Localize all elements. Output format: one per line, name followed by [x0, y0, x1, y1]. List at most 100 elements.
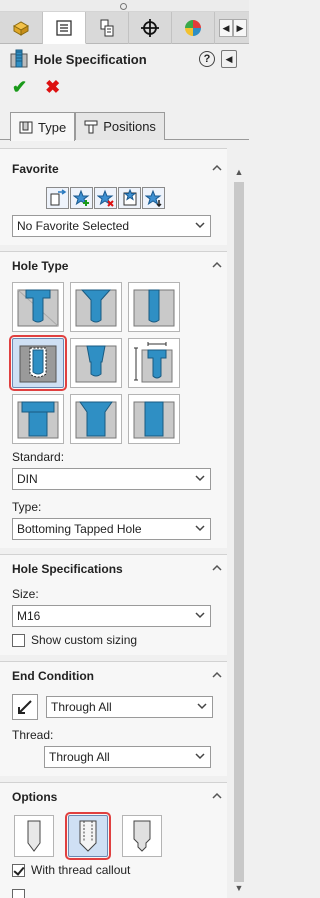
chevron-down-icon — [195, 525, 205, 532]
hole-type-tapered-tap-button[interactable] — [70, 338, 122, 388]
tab-display-manager[interactable] — [172, 12, 215, 44]
apply-defaults-icon — [50, 189, 66, 206]
tab-type-label: Type — [38, 119, 67, 135]
hole-type-counterbore-button[interactable] — [12, 282, 64, 332]
counterbore-icon — [17, 289, 59, 327]
hole-type-counterbore-slot-button[interactable] — [12, 394, 64, 444]
add-favorite-button[interactable] — [70, 187, 93, 209]
hole-type-straight-tap-button[interactable] — [9, 335, 67, 391]
custom-sizing-row[interactable]: Show custom sizing — [12, 633, 227, 647]
add-favorite-icon — [72, 189, 89, 206]
tab-positions-label: Positions — [103, 119, 156, 134]
thread-select[interactable]: Through All — [44, 746, 211, 768]
tab-configuration-manager[interactable] — [86, 12, 129, 44]
chevron-down-icon — [195, 222, 205, 229]
delete-favorite-button[interactable] — [94, 187, 117, 209]
tab-property-manager[interactable] — [43, 12, 86, 44]
standard-label: Standard: — [12, 450, 65, 464]
apply-defaults-button[interactable] — [46, 187, 69, 209]
page-title: Hole Specification — [34, 51, 147, 67]
hole-tabs: Type Positions — [0, 106, 249, 141]
thread-label: Thread: — [12, 728, 54, 742]
hole-specifications-group: Hole Specifications Size: M16 Show custo… — [0, 554, 227, 655]
chevron-up-icon[interactable] — [211, 162, 223, 174]
chevron-up-icon[interactable] — [211, 562, 223, 574]
chevron-up-icon[interactable] — [211, 669, 223, 681]
end-condition-group-title: End Condition — [12, 669, 94, 683]
hole-type-hole-button[interactable] — [128, 282, 180, 332]
remove-thread-icon — [133, 820, 151, 852]
thread-callout-checkbox[interactable] — [12, 863, 25, 877]
custom-sizing-label: Show custom sizing — [31, 633, 138, 647]
save-favorite-button[interactable] — [118, 187, 141, 209]
chevron-down-icon — [195, 475, 205, 482]
tab-dimxpert-manager[interactable] — [129, 12, 172, 44]
cosmetic-thread-button[interactable] — [65, 812, 111, 860]
property-manager-content: Favorite No Favorite Selected Hole Type … — [0, 148, 249, 898]
hole-type-legacy-button[interactable] — [128, 338, 180, 388]
manager-tabs: ◀ ▶ — [0, 12, 249, 44]
favorite-select-value: No Favorite Selected — [17, 219, 130, 233]
favorite-group: Favorite No Favorite Selected — [0, 148, 227, 245]
tap-drill-diameter-button[interactable] — [14, 815, 54, 857]
next-option-row[interactable] — [12, 889, 227, 898]
size-select-value: M16 — [17, 609, 41, 623]
type-tab-icon — [19, 121, 33, 134]
type-select[interactable]: Bottoming Tapped Hole — [12, 518, 211, 540]
standard-select-value: DIN — [17, 472, 38, 486]
chevron-down-icon — [195, 753, 205, 760]
vertical-scrollbar[interactable]: ▲ ▼ — [231, 164, 247, 896]
hole-type-group-title: Hole Type — [12, 259, 69, 273]
size-select[interactable]: M16 — [12, 605, 211, 627]
counterbore-slot-icon — [17, 401, 59, 439]
standard-select[interactable]: DIN — [12, 468, 211, 490]
slot-icon — [133, 401, 175, 439]
tab-feature-manager[interactable] — [0, 12, 43, 44]
end-condition-select[interactable]: Through All — [46, 696, 213, 718]
tabs-scroll-right-button[interactable]: ▶ — [233, 19, 247, 37]
panel-drag-handle[interactable] — [0, 0, 249, 12]
size-label: Size: — [12, 587, 39, 601]
next-option-checkbox[interactable] — [12, 889, 25, 898]
remove-thread-button[interactable] — [122, 815, 162, 857]
scroll-up-arrow-icon[interactable]: ▲ — [231, 164, 247, 180]
save-favorite-icon — [123, 189, 136, 206]
thread-callout-label: With thread callout — [31, 863, 131, 877]
hole-type-countersink-slot-button[interactable] — [70, 394, 122, 444]
tab-positions[interactable]: Positions — [75, 112, 165, 140]
help-icon[interactable]: ? — [199, 51, 215, 67]
thread-callout-row[interactable]: With thread callout — [12, 863, 227, 877]
straight-tap-icon — [19, 345, 57, 383]
action-bar: ✔ ✖ — [0, 74, 249, 100]
collapse-icon[interactable]: ◀ — [221, 50, 237, 68]
cancel-button[interactable]: ✖ — [45, 77, 60, 98]
favorite-group-title: Favorite — [12, 162, 59, 176]
end-condition-select-value: Through All — [51, 700, 112, 714]
countersink-icon — [75, 289, 117, 327]
reverse-direction-icon — [18, 700, 32, 714]
tabs-scroll-left-button[interactable]: ◀ — [219, 19, 233, 37]
thread-select-value: Through All — [49, 750, 110, 764]
custom-sizing-checkbox[interactable] — [12, 633, 25, 647]
hole-type-countersink-button[interactable] — [70, 282, 122, 332]
type-select-value: Bottoming Tapped Hole — [17, 522, 142, 536]
reverse-direction-button[interactable] — [12, 694, 38, 720]
hole-type-group: Hole Type Standard: DIN Type: Bottoming … — [0, 251, 227, 548]
chevron-up-icon[interactable] — [211, 790, 223, 802]
countersink-slot-icon — [75, 401, 117, 439]
scrollbar-thumb[interactable] — [234, 182, 244, 882]
hole-specifications-group-title: Hole Specifications — [12, 562, 123, 576]
favorite-select[interactable]: No Favorite Selected — [12, 215, 211, 237]
handle-dot — [120, 3, 127, 10]
load-favorite-icon — [144, 189, 162, 207]
type-label: Type: — [12, 500, 42, 514]
hole-type-slot-button[interactable] — [128, 394, 180, 444]
chevron-up-icon[interactable] — [211, 259, 223, 271]
tab-type[interactable]: Type — [10, 112, 76, 141]
load-favorite-button[interactable] — [142, 187, 165, 209]
hole-icon — [133, 289, 175, 327]
scroll-down-arrow-icon[interactable]: ▼ — [231, 880, 247, 896]
chevron-down-icon — [197, 703, 207, 710]
ok-button[interactable]: ✔ — [12, 77, 27, 98]
options-group-title: Options — [12, 790, 58, 804]
